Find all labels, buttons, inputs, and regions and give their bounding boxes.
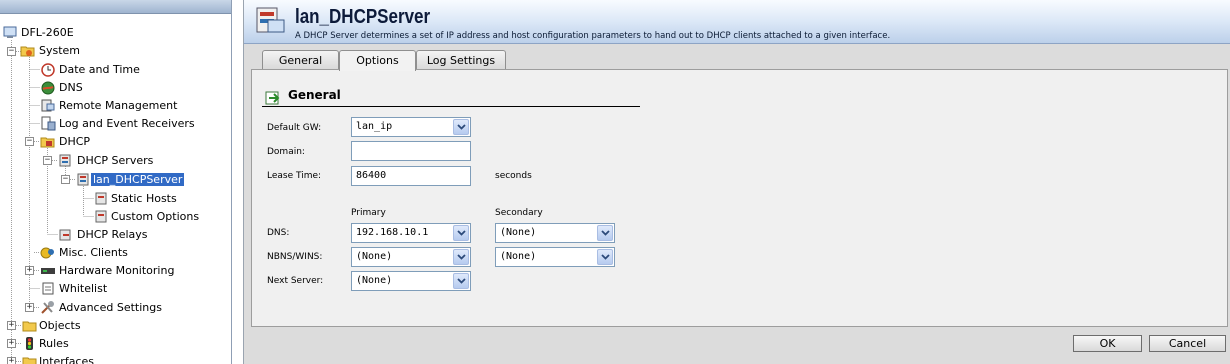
chevron-down-icon[interactable] (453, 119, 469, 135)
expand-toggle[interactable]: + (7, 357, 16, 364)
collapse-toggle[interactable]: − (43, 156, 52, 165)
cancel-button[interactable]: Cancel (1149, 335, 1226, 352)
section-arrow-icon (265, 91, 280, 105)
tree-item-whitelist[interactable]: Whitelist (40, 280, 109, 298)
tab-options[interactable]: Options (339, 50, 416, 71)
tree-item-dhcp-servers[interactable]: DHCP Servers (58, 152, 155, 170)
expand-toggle[interactable]: + (25, 266, 34, 275)
advanced-settings-icon (41, 301, 54, 314)
system-folder-icon (20, 46, 35, 57)
chevron-down-icon[interactable] (453, 273, 469, 289)
tree-item-dfl-260e[interactable]: DFL-260E (2, 24, 76, 42)
tree-item-interfaces[interactable]: Interfaces (22, 353, 96, 364)
whitelist-icon (42, 282, 54, 295)
collapse-toggle[interactable]: − (61, 175, 70, 184)
dns-label: DNS: (267, 228, 290, 238)
nbns-secondary-select[interactable]: (None) (495, 247, 615, 267)
tree-item-hardware-monitoring[interactable]: Hardware Monitoring (40, 262, 176, 280)
rules-icon (26, 337, 33, 350)
dhcp-server-icon (77, 173, 89, 186)
section-title: General (288, 88, 341, 102)
tree-item-dns[interactable]: DNS (40, 79, 85, 97)
secondary-column-header: Secondary (495, 208, 543, 218)
chevron-down-icon[interactable] (597, 249, 613, 265)
next-server-select[interactable]: (None) (351, 271, 471, 291)
log-receiver-icon (41, 116, 56, 131)
dns-secondary-select[interactable]: (None) (495, 223, 615, 243)
default-gw-label: Default GW: (267, 123, 322, 133)
device-icon (3, 26, 17, 38)
expand-toggle[interactable]: + (7, 321, 16, 330)
nbns-wins-label: NBNS/WINS: (267, 252, 323, 262)
lease-time-unit: seconds (495, 171, 532, 181)
tab-log-settings[interactable]: Log Settings (416, 50, 506, 70)
tree-item-dhcp-relays[interactable]: DHCP Relays (58, 226, 150, 244)
action-bar: OK Cancel (244, 329, 1230, 364)
tree-header-bar (0, 0, 231, 14)
tree-item-advanced-settings[interactable]: Advanced Settings (40, 299, 164, 317)
folder-icon (22, 321, 37, 332)
tree-item-log-and-event-receivers[interactable]: Log and Event Receivers (40, 115, 197, 133)
misc-clients-icon (40, 247, 54, 259)
tree-item-misc-clients[interactable]: Misc. Clients (40, 244, 130, 262)
page-title: lan_DHCPServer (295, 6, 431, 28)
primary-column-header: Primary (351, 208, 386, 218)
ok-button[interactable]: OK (1073, 335, 1142, 352)
page-header: lan_DHCPServer A DHCP Server determines … (244, 0, 1230, 44)
dhcp-servers-icon (59, 154, 71, 167)
next-server-label: Next Server: (267, 276, 324, 286)
lease-time-field[interactable]: 86400 (351, 166, 471, 186)
static-hosts-icon (95, 192, 107, 205)
tree-item-dhcp[interactable]: DHCP (40, 133, 92, 151)
default-gw-select[interactable]: lan_ip (351, 117, 471, 137)
tab-general[interactable]: General (262, 50, 339, 70)
dhcp-server-icon (256, 7, 285, 33)
folder-icon (22, 357, 37, 364)
tree-item-rules[interactable]: Rules (22, 335, 71, 353)
dhcp-folder-icon (40, 137, 55, 148)
tree-item-system[interactable]: System (20, 42, 82, 60)
tree-item-custom-options[interactable]: Custom Options (94, 208, 201, 226)
page-description: A DHCP Server determines a set of IP add… (295, 31, 891, 41)
nbns-primary-select[interactable]: (None) (351, 247, 471, 267)
section-divider (262, 106, 640, 107)
collapse-toggle[interactable]: − (25, 137, 34, 146)
chevron-down-icon[interactable] (597, 225, 613, 241)
globe-icon (41, 81, 55, 95)
chevron-down-icon[interactable] (453, 249, 469, 265)
dhcp-relay-icon (59, 229, 71, 241)
expand-toggle[interactable]: + (7, 339, 16, 348)
chevron-down-icon[interactable] (453, 225, 469, 241)
tree-item-remote-management[interactable]: Remote Management (40, 97, 179, 115)
lease-time-label: Lease Time: (267, 171, 322, 181)
remote-management-icon (41, 99, 55, 112)
tree-item-date-and-time[interactable]: Date and Time (40, 61, 142, 79)
clock-icon (41, 63, 55, 77)
domain-field[interactable] (351, 141, 471, 161)
navigation-tree: − − − − + + + + + DFL-260E System Date a… (0, 0, 232, 364)
tree-item-objects[interactable]: Objects (22, 317, 83, 335)
domain-label: Domain: (267, 147, 305, 157)
custom-options-icon (95, 210, 107, 223)
collapse-toggle[interactable]: − (7, 47, 16, 56)
hardware-monitoring-icon (41, 268, 55, 274)
tree-item-static-hosts[interactable]: Static Hosts (94, 190, 179, 208)
options-panel: General Default GW: lan_ip Domain: Lease… (251, 69, 1228, 327)
content-pane: lan_DHCPServer A DHCP Server determines … (243, 0, 1230, 364)
tree-item-lan-dhcpserver[interactable]: lan_DHCPServer (76, 171, 185, 189)
expand-toggle[interactable]: + (25, 303, 34, 312)
dns-primary-select[interactable]: 192.168.10.1 (351, 223, 471, 243)
